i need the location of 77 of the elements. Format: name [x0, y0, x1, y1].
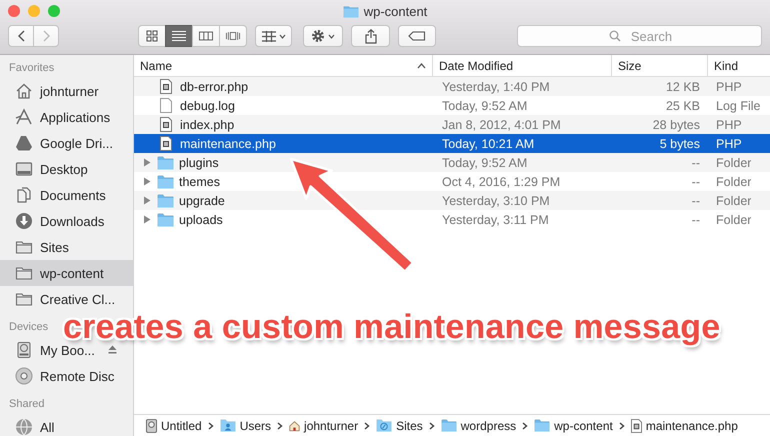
path-item[interactable]: johnturner: [304, 418, 358, 432]
file-name: upgrade: [179, 194, 225, 208]
file-kind: Log File: [716, 98, 760, 112]
sidebar-label: Downloads: [40, 214, 104, 228]
column-header[interactable]: Name: [134, 55, 433, 76]
sidebar-item[interactable]: Applications: [0, 104, 133, 130]
date-modified: Yesterday, 3:10 PM: [442, 194, 550, 208]
file-name: themes: [179, 174, 220, 188]
sidebar-heading: Favorites: [9, 62, 54, 76]
file-name: debug.log: [180, 98, 235, 112]
sidebar-item[interactable]: All: [0, 414, 133, 436]
sidebar-item[interactable]: Google Dri...: [0, 130, 133, 156]
file-name: uploads: [179, 212, 223, 226]
sidebar-label: Applications: [40, 110, 110, 124]
file-row[interactable]: themes Oct 4, 2016, 1:29 PM -- Folder: [134, 172, 770, 191]
file-kind: Folder: [716, 194, 752, 208]
file-row[interactable]: index.php Jan 8, 2012, 4:01 PM 28 bytes PHP: [134, 115, 770, 134]
file-name: db-error.php: [180, 80, 248, 94]
file-name: index.php: [180, 118, 234, 132]
sidebar-item[interactable]: Documents: [0, 182, 133, 208]
file-name: maintenance.php: [180, 136, 276, 150]
file-row[interactable]: db-error.php Yesterday, 1:40 PM 12 KB PHP: [134, 77, 770, 96]
path-item[interactable]: Sites: [396, 418, 423, 432]
column-header[interactable]: Size: [612, 55, 708, 76]
sidebar-label: All: [40, 420, 54, 434]
file-kind: Folder: [716, 156, 752, 170]
date-modified: Today, 10:21 AM: [442, 136, 534, 150]
sidebar-item[interactable]: johnturner: [0, 78, 133, 104]
file-kind: Folder: [716, 212, 752, 226]
path-item[interactable]: wordpress: [460, 418, 516, 432]
file-name: plugins: [179, 156, 219, 170]
sidebar-label: Desktop: [40, 162, 88, 176]
window-title: wp-content: [364, 4, 428, 19]
date-modified: Today, 9:52 AM: [442, 98, 528, 112]
file-kind: PHP: [716, 80, 742, 94]
file-kind: Folder: [716, 174, 752, 188]
file-row[interactable]: maintenance.php Today, 10:21 AM 5 bytes PHP: [134, 134, 770, 153]
sidebar-label: johnturner: [40, 84, 99, 98]
file-kind: PHP: [716, 136, 742, 150]
sidebar-label: Google Dri...: [40, 136, 113, 150]
file-row[interactable]: upgrade Yesterday, 3:10 PM -- Folder: [134, 191, 770, 210]
sidebar-heading: Devices: [9, 321, 48, 335]
file-size: --: [692, 174, 700, 188]
date-modified: Jan 8, 2012, 4:01 PM: [442, 118, 561, 132]
file-row[interactable]: plugins Today, 9:52 AM -- Folder: [134, 153, 770, 172]
sidebar-item[interactable]: Remote Disc: [0, 363, 133, 389]
sidebar-label: Documents: [40, 188, 106, 202]
file-row[interactable]: uploads Yesterday, 3:11 PM -- Folder: [134, 210, 770, 229]
sidebar-heading: Shared: [9, 398, 44, 412]
sidebar-item[interactable]: Sites: [0, 234, 133, 260]
sidebar-item[interactable]: wp-content: [0, 260, 133, 286]
file-size: --: [692, 194, 700, 208]
date-modified: Yesterday, 1:40 PM: [442, 80, 550, 94]
column-header[interactable]: Date Modified: [433, 55, 612, 76]
file-size: --: [692, 156, 700, 170]
date-modified: Today, 9:52 AM: [442, 156, 528, 170]
path-item[interactable]: Users: [240, 418, 272, 432]
column-header[interactable]: Kind: [708, 55, 770, 76]
sidebar-item[interactable]: Desktop: [0, 156, 133, 182]
path-item[interactable]: wp-content: [554, 418, 613, 432]
date-modified: Oct 4, 2016, 1:29 PM: [442, 174, 560, 188]
file-size: 28 bytes: [652, 118, 700, 132]
file-row[interactable]: debug.log Today, 9:52 AM 25 KB Log File: [134, 96, 770, 115]
sidebar-label: Remote Disc: [40, 368, 114, 384]
file-size: 25 KB: [666, 98, 700, 112]
sidebar-item[interactable]: Downloads: [0, 208, 133, 234]
sidebar-label: Creative Cl...: [40, 292, 116, 306]
date-modified: Yesterday, 3:11 PM: [442, 212, 549, 226]
path-item[interactable]: maintenance.php: [646, 418, 738, 432]
sidebar-label: wp-content: [40, 266, 104, 280]
file-size: 12 KB: [666, 80, 700, 94]
search-field[interactable]: Search: [517, 25, 762, 47]
path-item[interactable]: Untitled: [161, 418, 202, 432]
file-kind: PHP: [716, 118, 742, 132]
file-size: 5 bytes: [660, 136, 700, 150]
file-size: --: [692, 212, 700, 226]
sidebar-label: Sites: [40, 240, 69, 254]
